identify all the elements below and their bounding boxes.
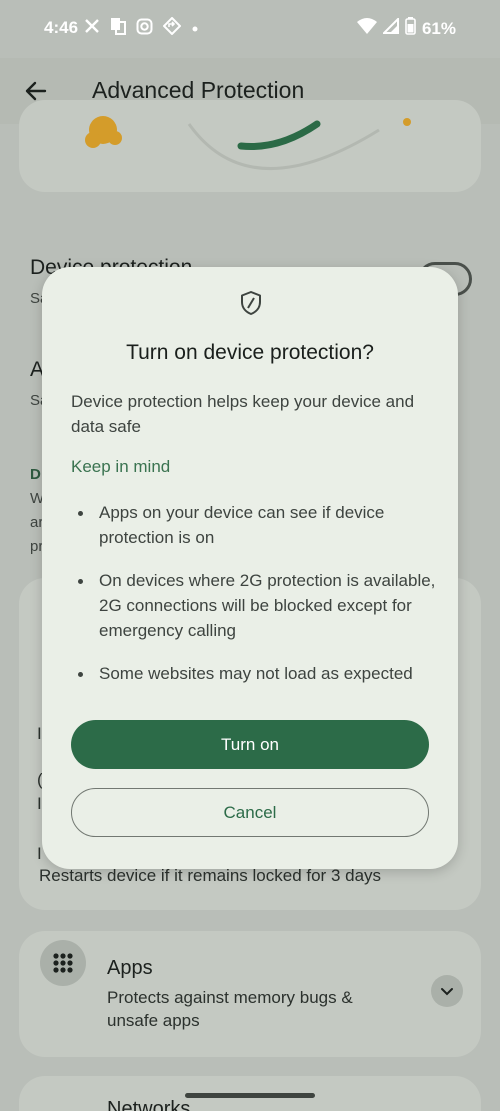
chevron-down-icon [441,988,453,996]
maps-icon [162,16,182,40]
bullet-icon [78,511,83,516]
restart-setting-label: I [37,844,42,863]
signal-icon [381,16,399,39]
battery-percentage: 61% [421,18,456,38]
keep-in-mind-list: Apps on your device can see if device pr… [71,500,441,704]
gesture-navigation-handle[interactable] [185,1093,315,1098]
section-label: D [30,466,41,483]
notification-icons [84,16,199,40]
list-item-text: Apps on your device can see if device pr… [99,503,385,547]
turn-on-device-protection-dialog: Turn on device protection? Device protec… [42,267,458,869]
dialog-title: Turn on device protection? [126,341,374,364]
notification-icon [110,17,126,40]
list-item-text: Some websites may not load as expected [99,664,413,683]
restart-setting-description: Restarts device if it remains locked for… [39,866,382,885]
apps-expand-button[interactable] [431,975,463,1007]
list-item-text: On devices where 2G protection is availa… [99,571,436,640]
x-icon [84,18,100,39]
dialog-body-text: Device protection helps keep your device… [71,392,415,436]
list-item: On devices where 2G protection is availa… [71,568,441,643]
apps-icon [40,940,86,986]
shield-icon [239,290,263,316]
bullet-icon [78,672,83,677]
turn-on-button[interactable]: Turn on [71,720,429,769]
status-time: 4:46 [44,18,79,37]
battery-icon [405,17,416,40]
status-bar: 4:46 61% [0,0,500,58]
list-item: Apps on your device can see if device pr… [71,500,441,550]
system-icons: 61% [356,16,456,40]
protection-status-card [19,100,481,192]
dot-icon [191,20,199,38]
cancel-button[interactable]: Cancel [71,788,429,837]
protection-status-illustration [85,116,411,170]
keep-in-mind-heading: Keep in mind [71,457,171,476]
apps-title: Apps [107,957,153,979]
list-item: Some websites may not load as expected [71,661,441,686]
bullet-icon [78,579,83,584]
apps-description: Protects against memory bugs & unsafe ap… [107,988,353,1030]
instagram-icon [136,18,153,40]
wifi-icon [356,18,377,39]
networks-title: Networks [107,1098,191,1111]
